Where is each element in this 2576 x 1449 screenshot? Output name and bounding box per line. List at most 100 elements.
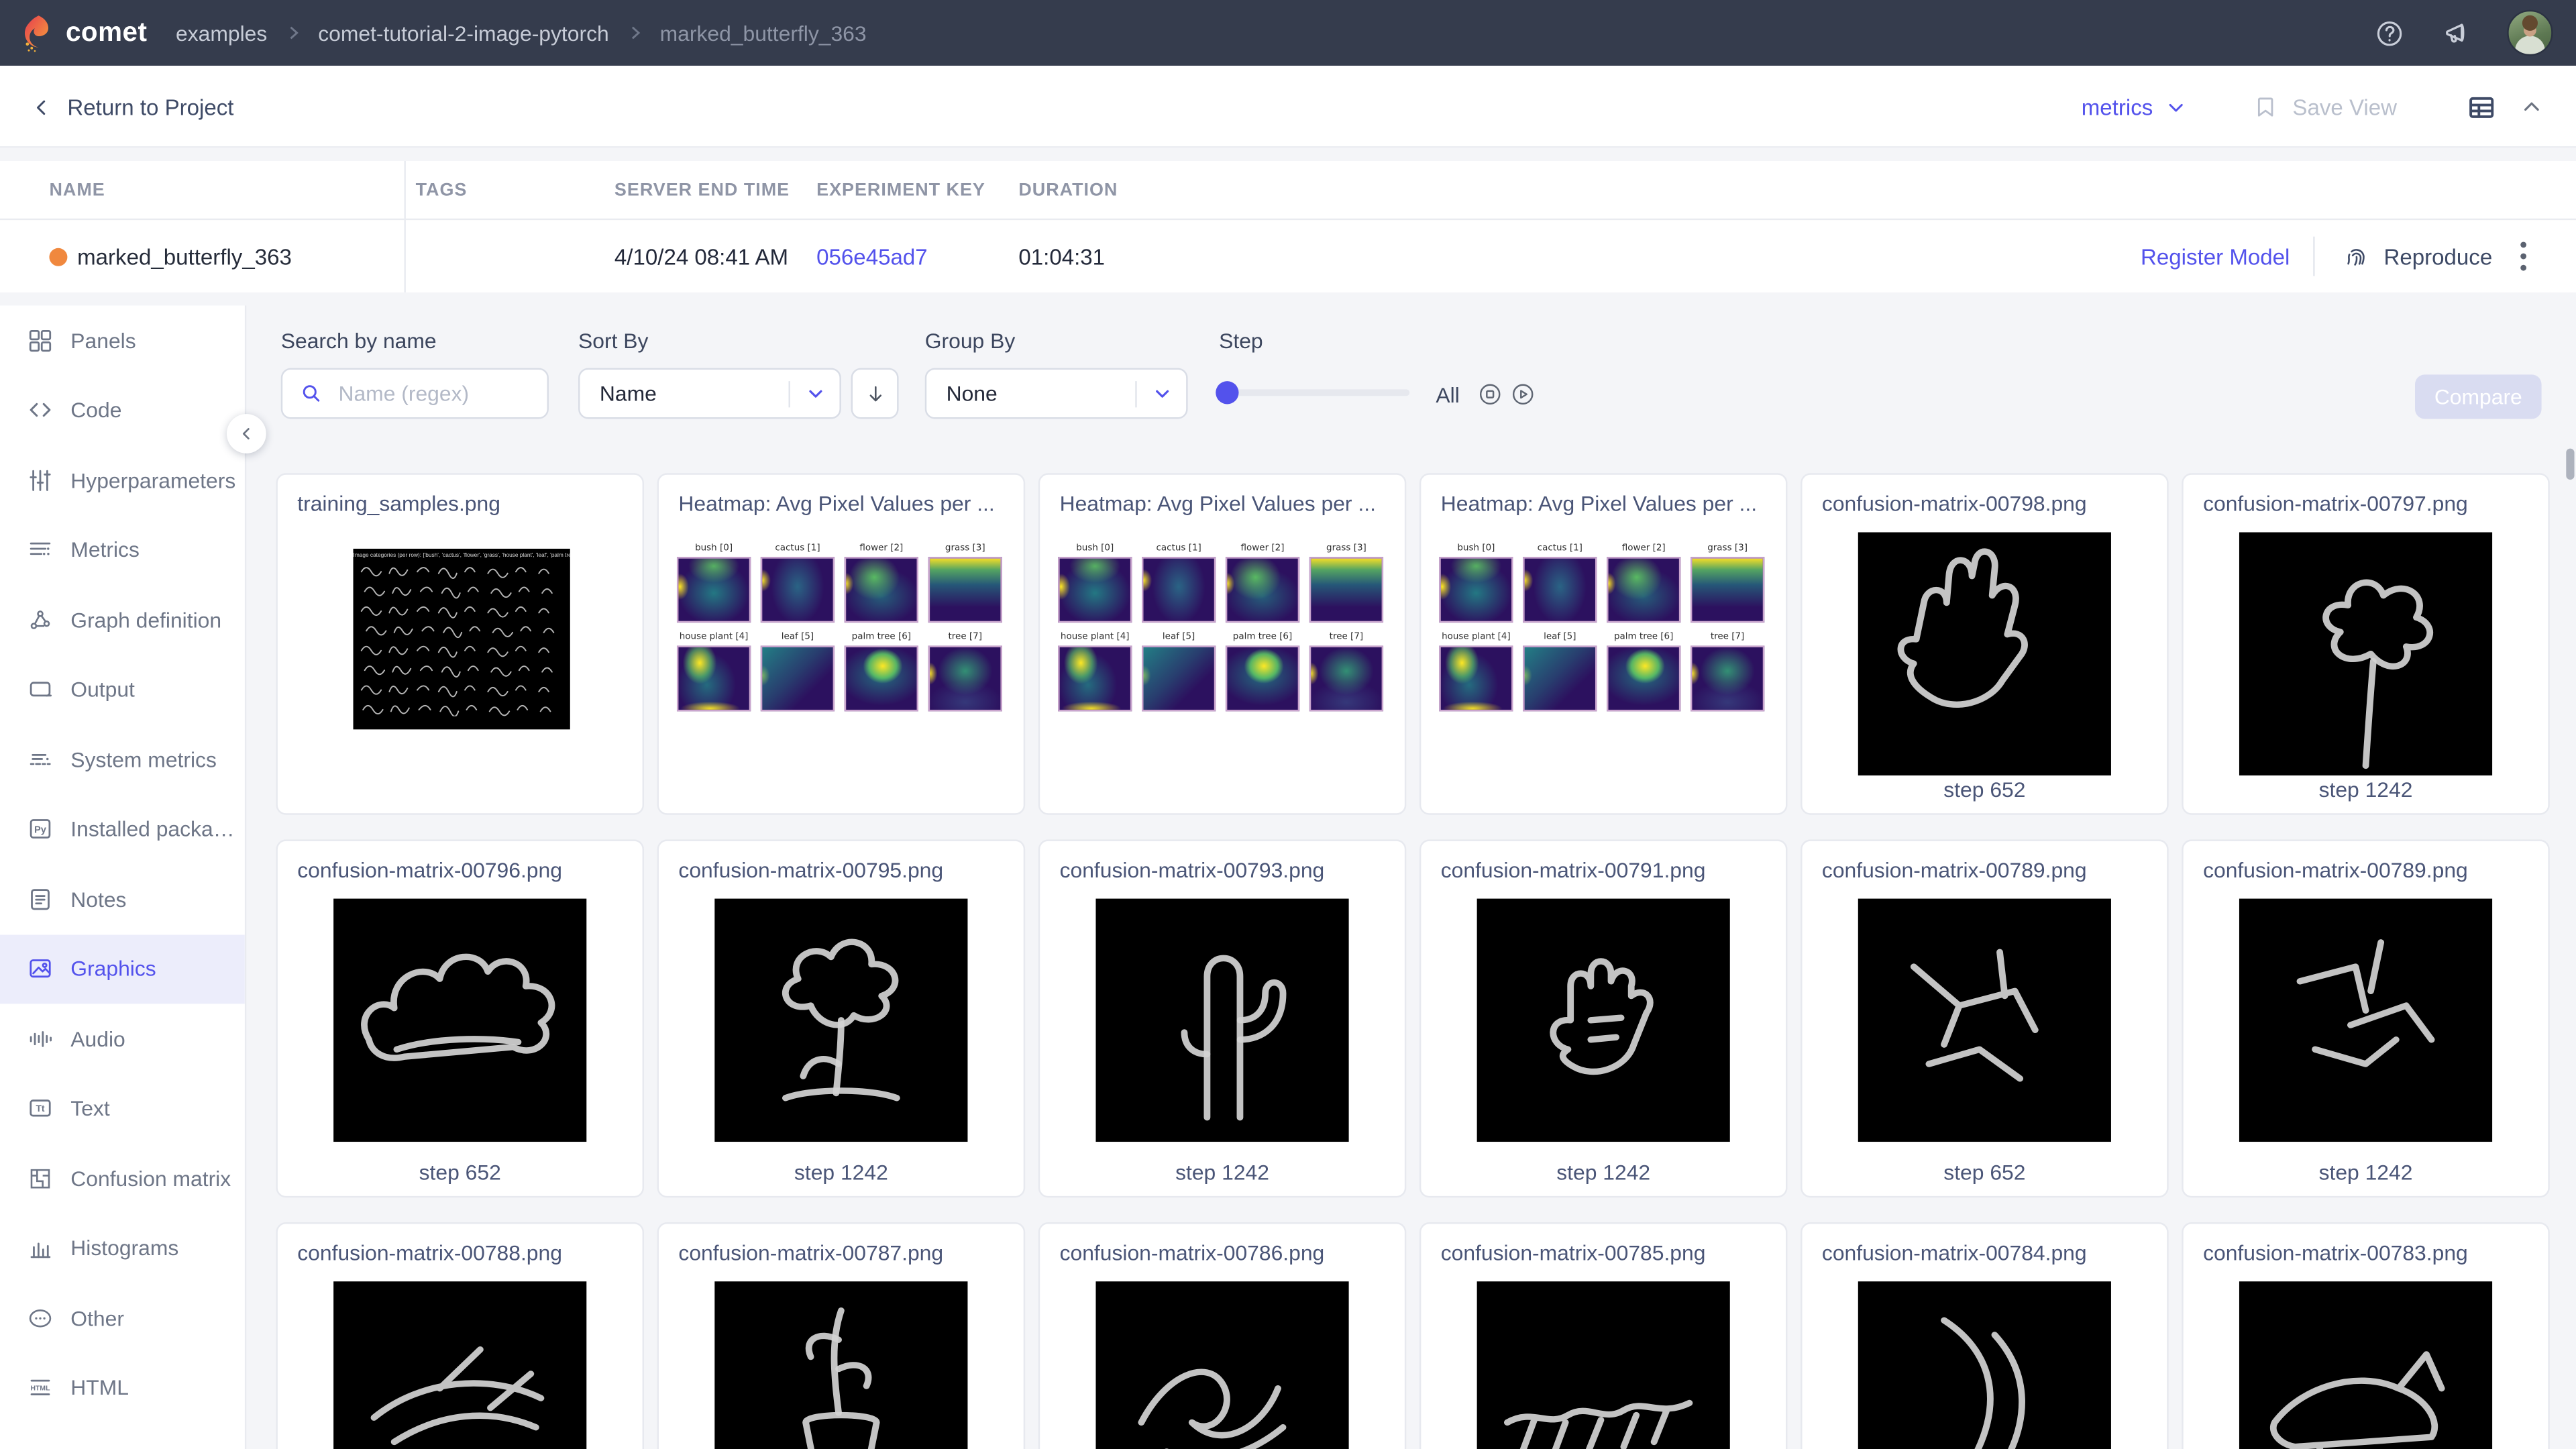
table-layout-icon[interactable]: [2466, 91, 2498, 123]
image-card-confusion-00797[interactable]: confusion-matrix-00797.png step 1242: [2182, 473, 2550, 814]
server-end-time-value: 4/10/24 08:41 AM: [614, 220, 788, 292]
return-to-project-label: Return to Project: [67, 95, 233, 119]
image-card-confusion-00785[interactable]: confusion-matrix-00785.png: [1419, 1222, 1788, 1449]
image-card-heatmap-2[interactable]: Heatmap: Avg Pixel Values per ... bush […: [1038, 473, 1407, 814]
image-card-training-samples[interactable]: training_samples.png Image categories (p…: [276, 473, 644, 814]
image-card-confusion-00787[interactable]: confusion-matrix-00787.png: [657, 1222, 1026, 1449]
panels-grid-icon: [26, 327, 54, 355]
toolbar-right: metrics Save View: [2082, 66, 2543, 148]
audio-waveform-icon: [26, 1025, 54, 1053]
compare-button[interactable]: Compare: [2415, 374, 2542, 419]
arrow-down-icon: [863, 382, 886, 405]
view-selector-dropdown[interactable]: metrics: [2082, 95, 2188, 119]
breadcrumb-chevron-icon: [285, 23, 300, 42]
training-samples-image: Image categories (per row): ['bush', 'ca…: [354, 549, 570, 729]
chevron-down-icon: [790, 383, 839, 405]
step-label: Step: [1219, 329, 1263, 354]
sidebar-item-audio[interactable]: Audio: [0, 1004, 245, 1073]
play-circle-icon: [1510, 381, 1536, 407]
image-card-confusion-00796[interactable]: confusion-matrix-00796.png step 652: [276, 839, 644, 1197]
comet-flame-icon: [21, 11, 56, 54]
sidebar-item-confusion-matrix[interactable]: Confusion matrix: [0, 1143, 245, 1213]
histogram-icon: [26, 1234, 54, 1263]
image-card-confusion-00789-b[interactable]: confusion-matrix-00789.png step 1242: [2182, 839, 2550, 1197]
save-view-label: Save View: [2292, 95, 2397, 119]
sidebar-item-panels[interactable]: Panels: [0, 306, 245, 376]
top-navbar: comet examples comet-tutorial-2-image-py…: [0, 0, 2576, 66]
breadcrumb-workspace[interactable]: examples: [176, 21, 267, 46]
save-view-button[interactable]: Save View: [2253, 94, 2397, 120]
sidebar-item-notes[interactable]: Notes: [0, 864, 245, 934]
python-package-icon: Py: [26, 815, 54, 843]
sort-by-dropdown[interactable]: Name: [578, 368, 841, 419]
collapse-panel-chevron-up-icon[interactable]: [2520, 95, 2543, 118]
sidebar-item-metrics[interactable]: Metrics: [0, 515, 245, 585]
image-card-confusion-00798[interactable]: confusion-matrix-00798.png step 652: [1801, 473, 2169, 814]
metrics-lines-icon: [26, 536, 54, 564]
sidebar-item-other[interactable]: Other: [0, 1283, 245, 1353]
search-input[interactable]: [335, 380, 516, 408]
image-card-confusion-00795[interactable]: confusion-matrix-00795.png step 1242: [657, 839, 1026, 1197]
breadcrumb-experiment: marked_butterfly_363: [660, 21, 867, 46]
sidebar-item-histograms[interactable]: Histograms: [0, 1214, 245, 1283]
step-play-button[interactable]: [1510, 381, 1536, 407]
image-card-confusion-00788[interactable]: confusion-matrix-00788.png: [276, 1222, 644, 1449]
col-duration: DURATION: [1018, 161, 1118, 220]
graph-nodes-icon: [26, 606, 54, 634]
layout-controls: [2466, 91, 2543, 123]
sidebar-item-hyperparameters[interactable]: Hyperparameters: [0, 445, 245, 515]
image-card-confusion-00783[interactable]: confusion-matrix-00783.png: [2182, 1222, 2550, 1449]
image-card-confusion-00793[interactable]: confusion-matrix-00793.png step 1242: [1038, 839, 1407, 1197]
sidebar-item-code[interactable]: Code: [0, 376, 245, 445]
image-card-confusion-00784[interactable]: confusion-matrix-00784.png: [1801, 1222, 2169, 1449]
row-menu-kebab-icon[interactable]: [2510, 220, 2536, 292]
sketch-plant-pot: [714, 1281, 967, 1449]
system-metrics-icon: [26, 745, 54, 773]
image-card-heatmap-3[interactable]: Heatmap: Avg Pixel Values per ... bush […: [1419, 473, 1788, 814]
heatmap-tile: [1226, 645, 1299, 711]
heatmap-tile: [1226, 557, 1299, 623]
sidebar-item-output[interactable]: Output: [0, 655, 245, 724]
sort-direction-button[interactable]: [851, 368, 899, 419]
divider-band: [0, 148, 2576, 161]
image-card-confusion-00786[interactable]: confusion-matrix-00786.png: [1038, 1222, 1407, 1449]
help-icon[interactable]: [2374, 17, 2406, 49]
image-card-confusion-00791[interactable]: confusion-matrix-00791.png step 1242: [1419, 839, 1788, 1197]
comet-logo[interactable]: comet: [21, 0, 148, 66]
chevron-left-icon: [238, 425, 254, 441]
actions-divider: [2313, 237, 2314, 276]
breadcrumb-project[interactable]: comet-tutorial-2-image-pytorch: [318, 21, 609, 46]
sidebar-item-graph-definition[interactable]: Graph definition: [0, 585, 245, 655]
col-server-end-time: SERVER END TIME: [614, 161, 790, 220]
sidebar-item-installed-packages[interactable]: Py Installed packages: [0, 794, 245, 864]
step-stop-button[interactable]: [1477, 381, 1503, 407]
heatmap-tile: [928, 645, 1002, 711]
code-icon: [26, 396, 54, 425]
image-card-heatmap-1[interactable]: Heatmap: Avg Pixel Values per ... bush […: [657, 473, 1026, 814]
image-card-confusion-00789-a[interactable]: confusion-matrix-00789.png step 652: [1801, 839, 2169, 1197]
announcements-megaphone-icon[interactable]: [2440, 16, 2473, 49]
confusion-matrix-icon: [26, 1165, 54, 1193]
sketch-tree: [714, 899, 967, 1142]
sidebar-item-graphics[interactable]: Graphics: [0, 934, 245, 1004]
register-model-button[interactable]: Register Model: [2141, 220, 2290, 292]
sidebar-item-assets-artifacts[interactable]: Assets & Artifacts: [0, 1423, 245, 1449]
reproduce-button[interactable]: Reproduce: [2343, 220, 2492, 292]
group-by-dropdown[interactable]: None: [925, 368, 1188, 419]
return-to-project-button[interactable]: Return to Project: [32, 66, 234, 148]
heatmap-tile: [1607, 645, 1680, 711]
sidebar-collapse-button[interactable]: [227, 414, 266, 453]
comet-logo-text: comet: [66, 17, 147, 49]
user-avatar[interactable]: [2507, 10, 2553, 56]
sidebar-item-html[interactable]: HTML HTML: [0, 1353, 245, 1423]
sidebar-item-system-metrics[interactable]: System metrics: [0, 724, 245, 794]
col-tags: TAGS: [416, 161, 468, 220]
experiment-key-link[interactable]: 056e45ad7: [816, 220, 927, 292]
search-icon: [299, 381, 324, 406]
vertical-scrollbar-thumb[interactable]: [2566, 449, 2574, 480]
sidebar-item-text[interactable]: Tt Text: [0, 1073, 245, 1143]
step-slider-knob[interactable]: [1216, 381, 1238, 404]
sketch-fist: [1477, 899, 1730, 1142]
main-area: Panels Code Hyperparameters Metrics Grap…: [0, 292, 2576, 1449]
fingerprint-icon: [2343, 242, 2371, 270]
